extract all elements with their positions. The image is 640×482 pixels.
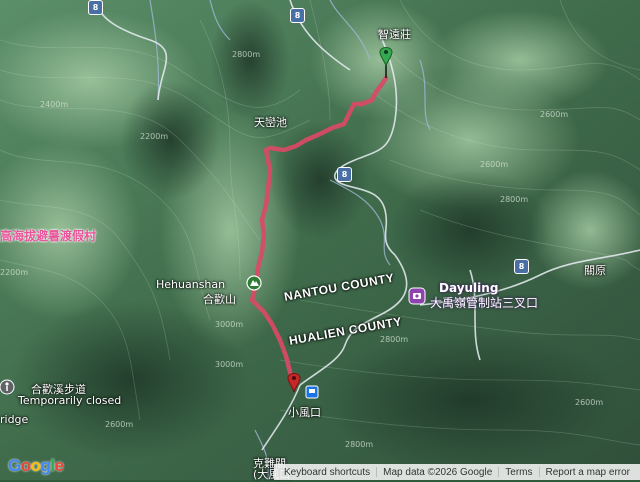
route-8-shield: 8	[88, 0, 103, 15]
elevation-label: 2200m	[140, 132, 169, 141]
place-label-hehuanshan-en[interactable]: Hehuanshan	[156, 278, 225, 291]
elevation-label: 2800m	[380, 335, 409, 344]
elevation-label: 2600m	[480, 160, 509, 169]
place-label-zhiyuanzhuang[interactable]: 智遠莊	[378, 26, 411, 42]
place-label-xiaofengkou[interactable]: 小風口	[288, 404, 321, 420]
place-label-ridge[interactable]: ridge	[0, 413, 28, 426]
route-8-shield: 8	[514, 259, 529, 274]
elevation-label: 2200m	[0, 268, 29, 277]
elevation-label: 2800m	[500, 195, 529, 204]
route-8-shield: 8	[337, 167, 352, 182]
place-label-dayuling-zh[interactable]: 大禹嶺管制站三叉口	[430, 294, 538, 311]
elevation-label: 2400m	[40, 100, 69, 109]
place-label-hehuanshan-zh[interactable]: 合歡山	[203, 291, 236, 307]
trail-poi-icon[interactable]	[0, 379, 15, 395]
place-label-guanyuan[interactable]: 關原	[584, 262, 606, 278]
elevation-label: 2800m	[345, 440, 374, 449]
place-label-temporarily-closed: Temporarily closed	[18, 394, 122, 407]
elevation-label: 2600m	[105, 420, 134, 429]
google-logo: Google	[8, 456, 64, 475]
route-8-shield: 8	[290, 8, 305, 23]
report-map-error-link[interactable]: Report a map error	[540, 467, 636, 478]
elevation-label: 3000m	[215, 320, 244, 329]
terms-link[interactable]: Terms	[499, 467, 538, 478]
elevation-label: 2800m	[232, 50, 261, 59]
camera-poi-icon[interactable]	[408, 287, 426, 305]
bus-stop-icon[interactable]	[305, 385, 319, 399]
elevation-label: 2600m	[540, 110, 569, 119]
place-label-dayuling-en[interactable]: Dayuling	[439, 281, 498, 295]
place-label-resort[interactable]: 高海拔避暑渡假村	[0, 227, 96, 244]
map-footer: Keyboard shortcuts Map data ©2026 Google…	[273, 464, 640, 480]
map-data-attribution: Map data ©2026 Google	[383, 466, 493, 478]
mountain-peak-icon[interactable]	[246, 275, 262, 291]
elevation-label: 2600m	[575, 398, 604, 407]
keyboard-shortcuts-link[interactable]: Keyboard shortcuts	[278, 467, 376, 478]
place-label-tianluanchi[interactable]: 天巒池	[254, 114, 287, 130]
elevation-label: 3000m	[215, 360, 244, 369]
